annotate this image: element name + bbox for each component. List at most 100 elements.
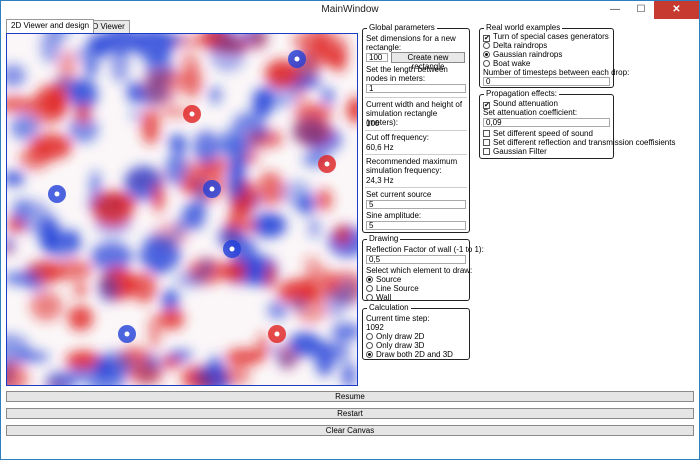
node-length-field[interactable]: 1 [366,84,466,93]
wave-blob [168,349,193,361]
wave-blob [256,332,269,360]
restart-button[interactable]: Restart [6,408,694,419]
wave-blob [84,59,98,77]
wave-blob [147,313,162,350]
wave-blob [97,274,120,303]
current-size-label: Current width and height of simulation r… [366,100,463,127]
wall-radio-label: Wall [376,293,392,302]
wave-blob [265,262,276,290]
different-reflection-label: Set different reflection and transmissio… [493,138,676,147]
wave-source-core [209,186,215,192]
tab-2d-viewer[interactable]: 2D Viewer and design [6,19,95,33]
wave-blob [48,82,70,118]
wave-blob [292,117,328,147]
wave-blob [209,86,222,104]
wave-blob [152,183,164,213]
sine-amplitude-field[interactable]: 5 [366,221,466,230]
source-frequency-field[interactable]: 5 [366,200,466,209]
close-button[interactable]: ✕ [654,1,699,19]
wave-blob [153,260,166,277]
wave-blob [289,297,307,312]
only-2d-radio[interactable]: Only draw 2D [366,332,424,341]
boat-wake-label: Boat wake [493,59,531,68]
wave-blob [209,35,246,72]
separator [365,154,467,155]
resume-button[interactable]: Resume [6,391,694,402]
only-3d-radio[interactable]: Only draw 3D [366,341,424,350]
create-rectangle-button[interactable]: Create new rectangle [391,52,465,71]
wave-blob [267,300,288,320]
wave-blob [57,50,77,84]
wave-blob [127,363,164,385]
timesteps-field[interactable]: 0 [483,77,610,86]
gaussian-raindrops-radio[interactable]: Gaussian raindrops [483,50,562,59]
wave-field[interactable] [7,34,357,385]
wave-blob [200,257,213,276]
radio-icon [366,351,373,358]
wall-radio[interactable]: Wall [366,293,391,302]
real-world-examples-group: Real world examples ✔ Turn of special cas… [479,23,629,88]
radio-icon [483,42,490,49]
wave-blob [251,212,287,238]
radio-icon [366,294,373,301]
wave-blob [110,45,130,83]
checkbox-icon [483,139,490,146]
turn-off-generators-label: Turn of special cases generators [493,32,609,41]
radio-icon [483,51,490,58]
gaussian-filter-checkbox[interactable]: Gaussian Filter [483,147,547,156]
attenuation-coef-field[interactable]: 0,09 [483,118,610,127]
wave-blob [276,352,297,369]
calculation-legend: Calculation [367,303,411,313]
wave-blob [270,344,282,355]
draw-both-label: Draw both 2D and 3D [376,350,453,359]
line-source-radio[interactable]: Line Source [366,284,419,293]
wave-blob [297,195,316,215]
reflection-factor-field[interactable]: 0,5 [366,255,466,264]
wave-blob [72,287,83,298]
wave-blob [74,103,92,124]
boat-wake-radio[interactable]: Boat wake [483,59,530,68]
delta-raindrops-radio[interactable]: Delta raindrops [483,41,547,50]
separator [365,187,467,188]
calculation-group: Calculation Current time step: 1092 Only… [362,303,470,360]
current-size-value: 100 [366,119,380,128]
dimensions-field[interactable]: 100 [366,53,388,62]
different-reflection-checkbox[interactable]: Set different reflection and transmissio… [483,138,675,147]
source-radio[interactable]: Source [366,275,401,284]
radio-icon [366,333,373,340]
simulation-canvas[interactable] [6,33,358,386]
radio-icon [483,60,490,67]
recommended-max-label: Recommended maximum simulation frequency… [366,157,458,175]
checkbox-icon [483,148,490,155]
checkbox-icon [483,130,490,137]
radio-icon [366,285,373,292]
minimize-button[interactable]: — [602,1,628,19]
wave-blob [129,108,143,122]
title-bar: MainWindow — ☐ ✕ [1,1,699,20]
different-speed-checkbox[interactable]: Set different speed of sound [483,129,593,138]
wave-blob [12,196,31,224]
wave-blob [30,291,63,322]
wave-source-core [229,246,235,252]
draw-both-radio[interactable]: Draw both 2D and 3D [366,350,453,359]
gaussian-raindrops-label: Gaussian raindrops [493,50,563,59]
wave-blob [159,308,185,330]
wave-blob [121,346,148,363]
reflection-factor-label: Reflection Factor of wall (-1 to 1): [366,245,484,254]
clear-canvas-button[interactable]: Clear Canvas [6,425,694,436]
drawing-legend: Drawing [367,234,401,244]
delta-raindrops-label: Delta raindrops [493,41,548,50]
turn-off-generators-checkbox[interactable]: ✔ Turn of special cases generators [483,32,609,42]
wave-blob [315,189,333,211]
sound-attenuation-checkbox[interactable]: ✔ Sound attenuation [483,99,558,109]
wave-source-core [274,331,280,337]
maximize-button[interactable]: ☐ [628,1,654,19]
cutoff-label: Cut off frequency: [366,133,429,142]
wave-blob [30,133,72,160]
wave-blob [221,365,251,385]
global-parameters-legend: Global parameters [367,23,437,33]
wave-blob [300,106,338,117]
wave-blob [256,171,284,206]
select-element-label: Select which element to draw: [366,266,473,275]
source-radio-label: Source [376,275,402,284]
